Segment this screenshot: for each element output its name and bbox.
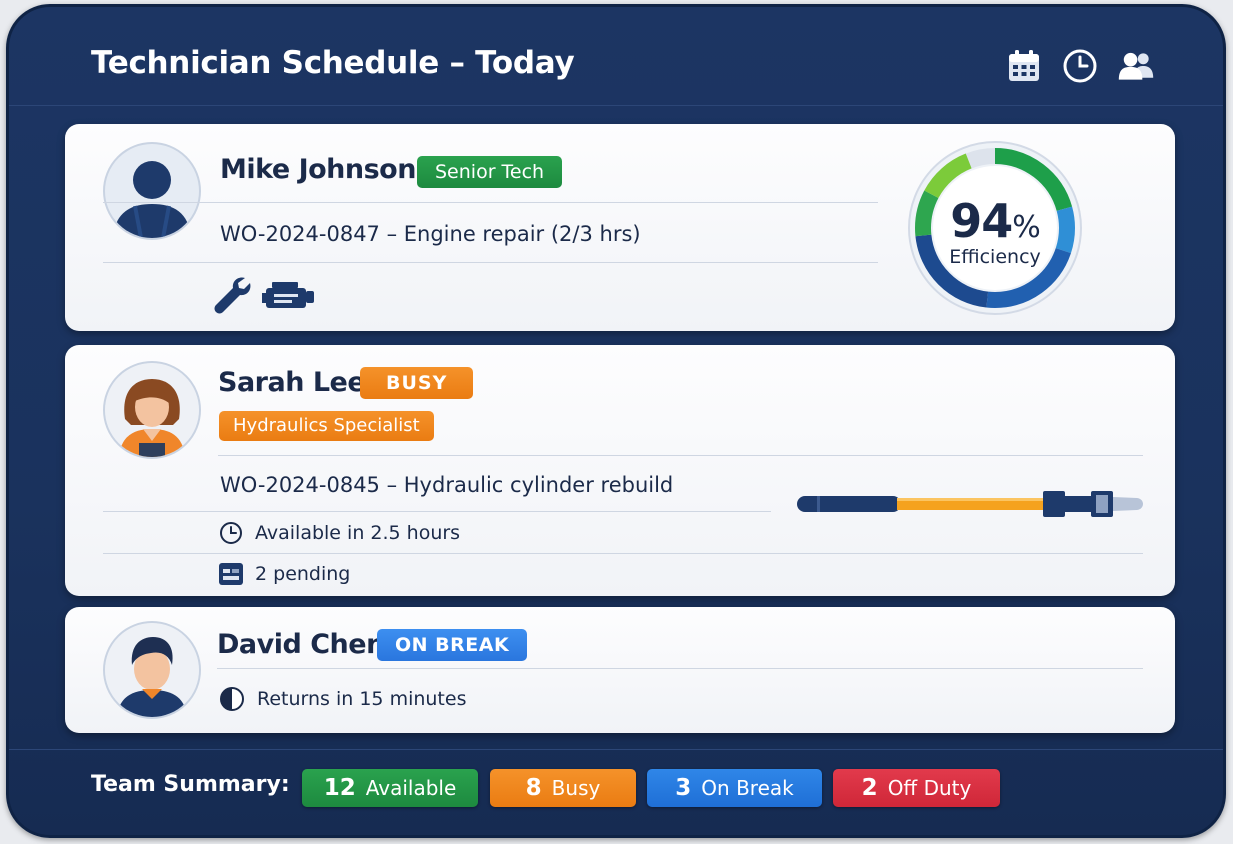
pending-row[interactable]: 2 pending bbox=[219, 563, 350, 585]
app-frame: Technician Schedule – Today Mike Johnson… bbox=[6, 4, 1226, 838]
availability-text: Available in 2.5 hours bbox=[255, 522, 461, 544]
team-icon[interactable] bbox=[1117, 47, 1155, 85]
summary-divider bbox=[9, 749, 1223, 750]
divider bbox=[103, 202, 878, 203]
count: 2 bbox=[861, 775, 878, 801]
efficiency-value: 94% bbox=[950, 194, 1041, 248]
technician-card-david[interactable]: David Chen ON BREAK Returns in 15 minute… bbox=[65, 607, 1175, 733]
divider bbox=[103, 553, 1143, 554]
busy-count-button[interactable]: 8 Busy bbox=[490, 769, 636, 807]
status-label: Busy bbox=[551, 776, 601, 800]
status-badge: ON BREAK bbox=[377, 629, 528, 661]
technician-name: David Chen bbox=[217, 629, 385, 660]
technician-name: Sarah Lee bbox=[218, 367, 366, 398]
specialty-badge: Hydraulics Specialist bbox=[219, 411, 434, 441]
team-summary-label: Team Summary: bbox=[91, 772, 290, 797]
divider bbox=[103, 262, 878, 263]
status-label: Available bbox=[365, 776, 457, 800]
status-label: Off Duty bbox=[887, 776, 972, 800]
clock-icon bbox=[220, 522, 242, 544]
technician-card-mike[interactable]: Mike Johnson Senior Tech WO-2024-0847 – … bbox=[65, 124, 1175, 331]
tasks-icon bbox=[219, 563, 243, 585]
off-duty-count-button[interactable]: 2 Off Duty bbox=[833, 769, 1000, 807]
available-count-button[interactable]: 12 Available bbox=[302, 769, 478, 807]
technician-card-sarah[interactable]: Sarah Lee BUSY Hydraulics Specialist WO-… bbox=[65, 345, 1175, 596]
engine-icon bbox=[262, 278, 316, 318]
status-label: On Break bbox=[701, 776, 794, 800]
calendar-icon[interactable] bbox=[1005, 47, 1043, 85]
efficiency-number: 94 bbox=[950, 194, 1013, 248]
work-order-text: WO-2024-0847 – Engine repair (2/3 hrs) bbox=[220, 222, 641, 246]
count: 3 bbox=[675, 775, 692, 801]
header-actions bbox=[1005, 47, 1155, 85]
divider bbox=[218, 455, 1143, 456]
half-clock-icon bbox=[220, 687, 244, 711]
avatar bbox=[103, 142, 201, 240]
work-order-text: WO-2024-0845 – Hydraulic cylinder rebuil… bbox=[220, 473, 674, 497]
on-break-count-button[interactable]: 3 On Break bbox=[647, 769, 822, 807]
efficiency-readout: 94% Efficiency bbox=[905, 138, 1085, 318]
avatar bbox=[103, 621, 201, 719]
wrench-icon bbox=[211, 274, 253, 320]
status-badge: BUSY bbox=[360, 367, 474, 399]
count: 12 bbox=[323, 775, 356, 801]
efficiency-unit: % bbox=[1012, 210, 1040, 245]
hydraulic-cylinder-illustration bbox=[793, 487, 1149, 525]
divider bbox=[103, 511, 771, 512]
efficiency-label: Efficiency bbox=[949, 246, 1041, 268]
page-title: Technician Schedule – Today bbox=[91, 45, 575, 81]
returns-text: Returns in 15 minutes bbox=[257, 688, 467, 710]
divider bbox=[217, 668, 1143, 669]
clock-icon[interactable] bbox=[1061, 47, 1099, 85]
count: 8 bbox=[525, 775, 542, 801]
avatar bbox=[103, 361, 201, 459]
availability-row: Available in 2.5 hours bbox=[219, 521, 460, 545]
technician-name: Mike Johnson bbox=[220, 154, 416, 185]
role-badge: Senior Tech bbox=[417, 156, 563, 188]
pending-text: 2 pending bbox=[255, 563, 351, 585]
header-bar: Technician Schedule – Today bbox=[9, 7, 1223, 106]
returns-row: Returns in 15 minutes bbox=[219, 686, 466, 712]
